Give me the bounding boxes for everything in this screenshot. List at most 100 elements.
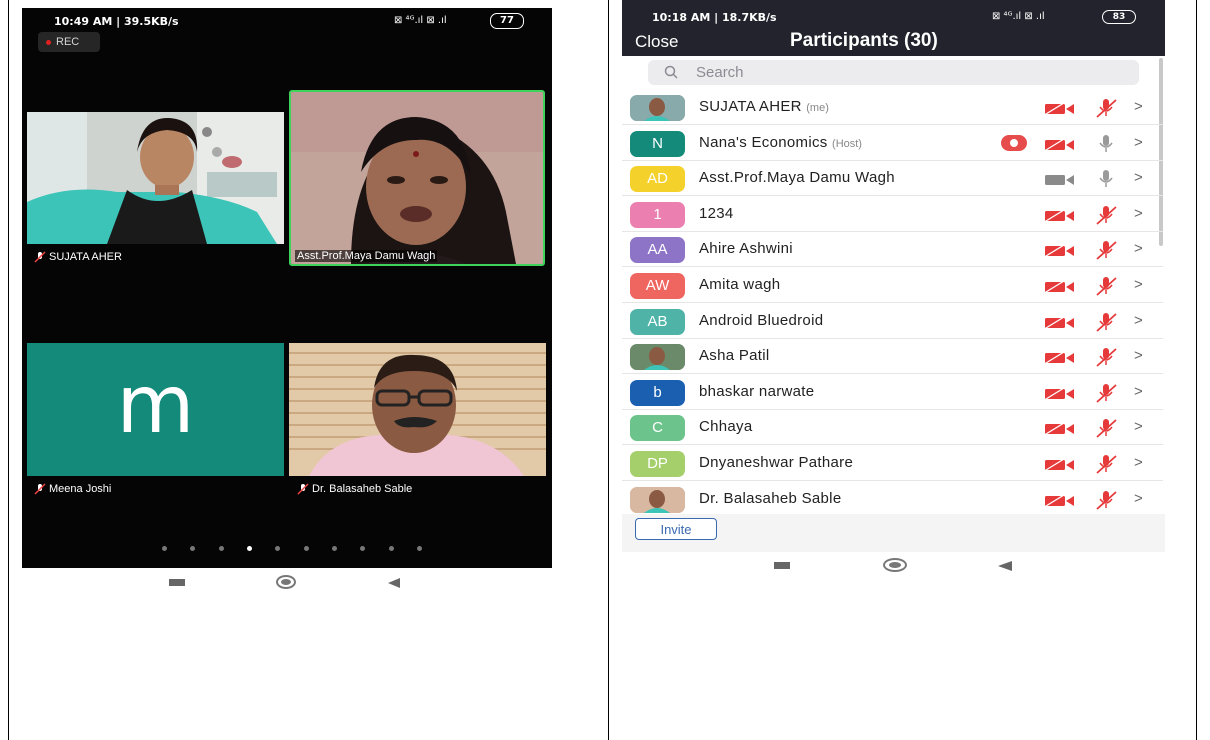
participant-name-text: 1234 <box>699 204 734 222</box>
mic-muted-icon <box>34 483 46 495</box>
page-title: Participants (30) <box>790 30 938 51</box>
chevron-right-icon[interactable]: > <box>1134 347 1143 364</box>
participant-name-text: Ahire Ashwini <box>699 240 793 258</box>
participant-row[interactable]: 1 1234 > <box>622 197 1163 232</box>
video-tile-maya-active-speaker[interactable]: Asst.Prof.Maya Damu Wagh <box>289 90 545 266</box>
avatar <box>630 95 685 121</box>
video-off-icon[interactable] <box>1045 387 1075 405</box>
back-icon[interactable] <box>388 578 400 588</box>
chevron-right-icon[interactable]: > <box>1134 490 1143 507</box>
participant-row[interactable]: Dr. Balasaheb Sable > <box>622 482 1163 517</box>
video-off-icon[interactable] <box>1045 494 1075 512</box>
recent-apps-icon[interactable] <box>169 579 185 586</box>
page-dot-active[interactable] <box>246 546 252 551</box>
video-off-icon[interactable] <box>1045 351 1075 369</box>
page-dot[interactable] <box>218 546 224 551</box>
mic-muted-icon[interactable] <box>1094 347 1118 372</box>
chevron-right-icon[interactable]: > <box>1134 312 1143 329</box>
participant-row[interactable]: SUJATA AHER (me) > <box>622 90 1163 125</box>
battery-icon: 83 <box>1102 10 1136 24</box>
avatar <box>630 344 685 371</box>
recording-indicator[interactable]: REC <box>38 32 100 52</box>
avatar: AD <box>630 166 685 193</box>
video-off-icon[interactable] <box>1045 102 1075 120</box>
page-dot[interactable] <box>162 546 167 551</box>
close-button[interactable]: Close <box>635 32 678 52</box>
avatar: AB <box>630 308 685 335</box>
video-off-icon[interactable] <box>1045 316 1075 334</box>
video-off-icon[interactable] <box>1045 458 1075 476</box>
participant-name: SUJATA AHER (me) <box>699 98 829 115</box>
page-dot[interactable] <box>275 546 281 551</box>
avatar-photo <box>630 95 685 121</box>
page-dot[interactable] <box>416 546 422 551</box>
chevron-right-icon[interactable]: > <box>1134 169 1143 186</box>
mic-muted-icon[interactable] <box>1094 490 1118 515</box>
participant-row[interactable]: AW Amita wagh > <box>622 268 1163 303</box>
chevron-right-icon[interactable]: > <box>1134 240 1143 257</box>
avatar-letter: m <box>116 358 195 451</box>
mic-on-icon[interactable] <box>1094 134 1118 159</box>
search-input[interactable]: Search <box>648 60 1139 85</box>
mic-muted-icon[interactable] <box>1094 454 1118 479</box>
page-dot[interactable] <box>388 546 394 551</box>
signal-icons: ⊠ ⁴ᴳ.ıl ⊠ .ıl <box>992 11 1045 22</box>
mic-muted-icon[interactable] <box>1094 98 1118 123</box>
page-indicator[interactable] <box>162 546 422 554</box>
home-icon[interactable] <box>883 558 907 572</box>
participants-screen: 10:18 AM | 18.7KB/s ⊠ ⁴ᴳ.ıl ⊠ .ıl 83 Clo… <box>622 0 1165 552</box>
video-off-icon[interactable] <box>1045 422 1075 440</box>
chevron-right-icon[interactable]: > <box>1134 276 1143 293</box>
participant-row[interactable]: Asha Patil > <box>622 339 1163 375</box>
participant-row[interactable]: b bhaskar narwate > <box>622 375 1163 410</box>
participant-name: Amita wagh <box>699 276 780 293</box>
participant-row[interactable]: DP Dnyaneshwar Pathare > <box>622 446 1163 481</box>
avatar-photo <box>630 486 685 513</box>
page-dot[interactable] <box>360 546 366 551</box>
participant-name-text: Asst.Prof.Maya Damu Wagh <box>699 169 895 187</box>
chevron-right-icon[interactable]: > <box>1134 418 1143 435</box>
video-on-icon[interactable] <box>1045 173 1075 191</box>
video-off-icon[interactable] <box>1045 244 1075 262</box>
avatar-tile-meena[interactable]: m <box>27 343 284 476</box>
participant-name: Ahire Ashwini <box>699 240 793 257</box>
participant-row[interactable]: AB Android Bluedroid > <box>622 304 1163 339</box>
chevron-right-icon[interactable]: > <box>1134 98 1143 115</box>
page-dot[interactable] <box>190 546 196 551</box>
participant-row[interactable]: AA Ahire Ashwini > <box>622 232 1163 268</box>
video-off-icon[interactable] <box>1045 280 1075 298</box>
recent-apps-icon[interactable] <box>774 562 790 569</box>
mic-muted-icon[interactable] <box>1094 240 1118 265</box>
home-icon[interactable] <box>276 575 296 589</box>
chevron-right-icon[interactable]: > <box>1134 134 1143 151</box>
video-off-icon[interactable] <box>1045 138 1075 156</box>
avatar: DP <box>630 451 685 477</box>
video-off-icon[interactable] <box>1045 209 1075 227</box>
chevron-right-icon[interactable]: > <box>1134 383 1143 400</box>
participant-role-tag: (me) <box>806 102 829 114</box>
page-dot[interactable] <box>331 546 337 551</box>
participant-role-tag: (Host) <box>832 137 862 150</box>
signal-icons: ⊠ ⁴ᴳ.ıl ⊠ .ıl <box>394 15 447 26</box>
chevron-right-icon[interactable]: > <box>1134 205 1143 222</box>
participant-row[interactable]: AD Asst.Prof.Maya Damu Wagh > <box>622 161 1163 197</box>
participant-row[interactable]: N Nana's Economics (Host) > <box>622 126 1163 161</box>
participant-row[interactable]: C Chhaya > <box>622 410 1163 446</box>
participant-name: Asha Patil <box>699 347 770 364</box>
avatar: b <box>630 379 685 406</box>
page-dot[interactable] <box>303 546 309 551</box>
mic-muted-icon[interactable] <box>1094 383 1118 408</box>
mic-muted-icon[interactable] <box>1094 312 1118 337</box>
back-icon[interactable] <box>998 561 1012 571</box>
mic-muted-icon[interactable] <box>1094 205 1118 230</box>
mic-on-icon[interactable] <box>1094 169 1118 194</box>
video-tile-sujata[interactable] <box>27 112 284 244</box>
invite-button[interactable]: Invite <box>635 518 717 540</box>
search-placeholder: Search <box>696 64 744 81</box>
chevron-right-icon[interactable]: > <box>1134 454 1143 471</box>
mic-muted-icon[interactable] <box>1094 276 1118 301</box>
video-tile-balasaheb[interactable] <box>289 343 546 476</box>
participant-name-text: Asha Patil <box>699 347 770 365</box>
mic-muted-icon[interactable] <box>1094 418 1118 443</box>
participant-video <box>289 343 546 476</box>
